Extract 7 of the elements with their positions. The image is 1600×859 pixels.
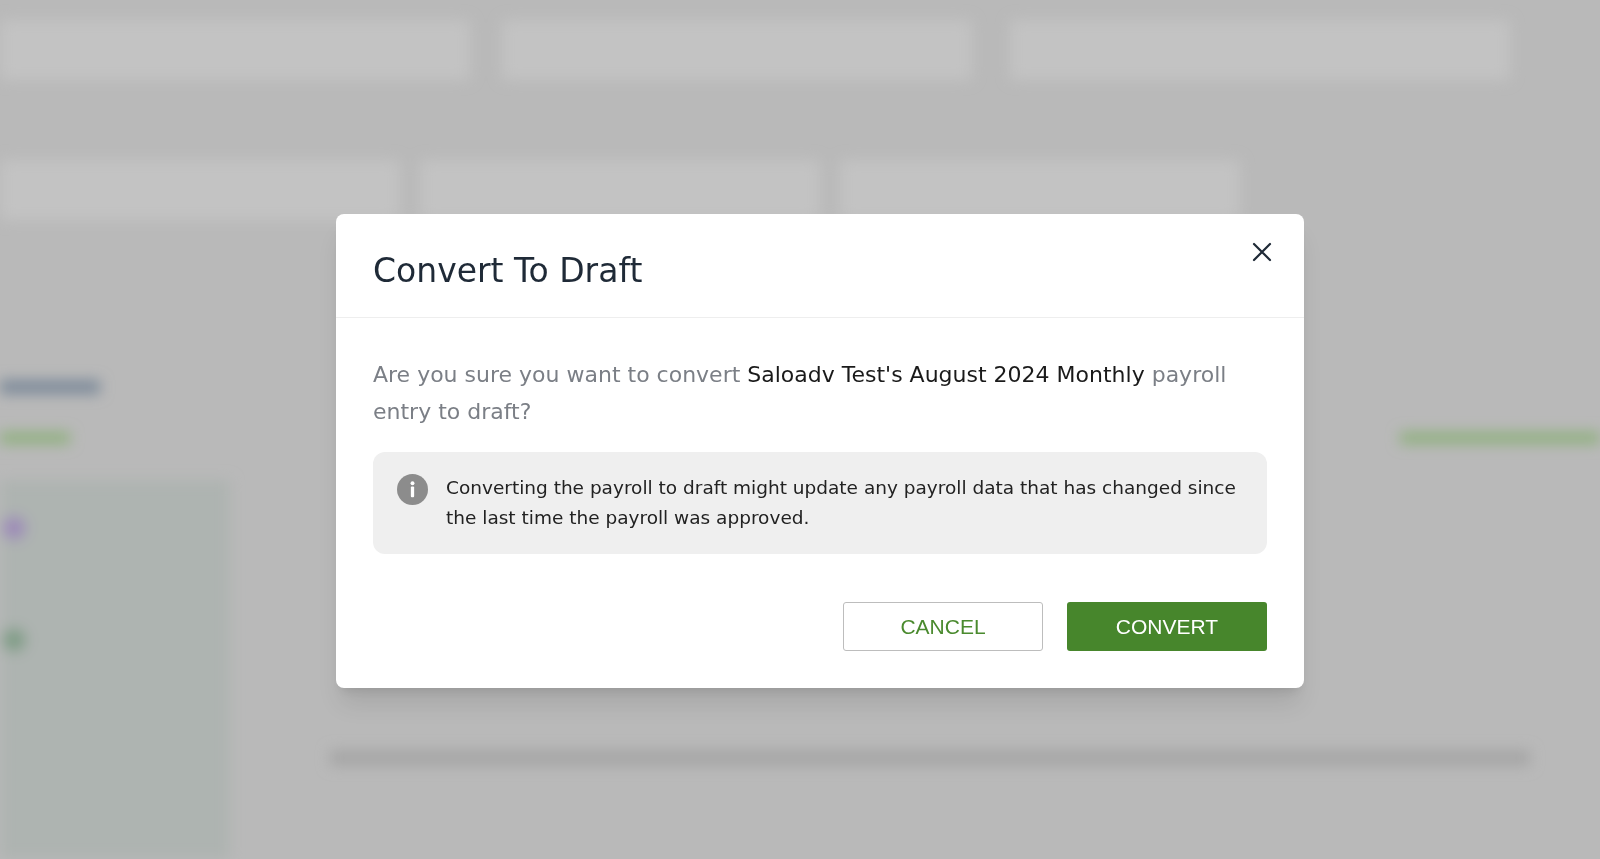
close-icon[interactable]	[1250, 240, 1274, 264]
convert-button[interactable]: CONVERT	[1067, 602, 1267, 651]
info-text: Converting the payroll to draft might update any payroll data that has changed since the last time the payroll was approved.	[446, 476, 1237, 530]
confirmation-message: Are you sure you want to convert Saloadv Test's August 2024 Monthly payroll entry to draft?	[373, 361, 1228, 426]
cancel-button[interactable]: CANCEL	[843, 602, 1043, 651]
dialog-title: Convert To Draft	[373, 250, 643, 292]
info-icon	[397, 474, 428, 505]
